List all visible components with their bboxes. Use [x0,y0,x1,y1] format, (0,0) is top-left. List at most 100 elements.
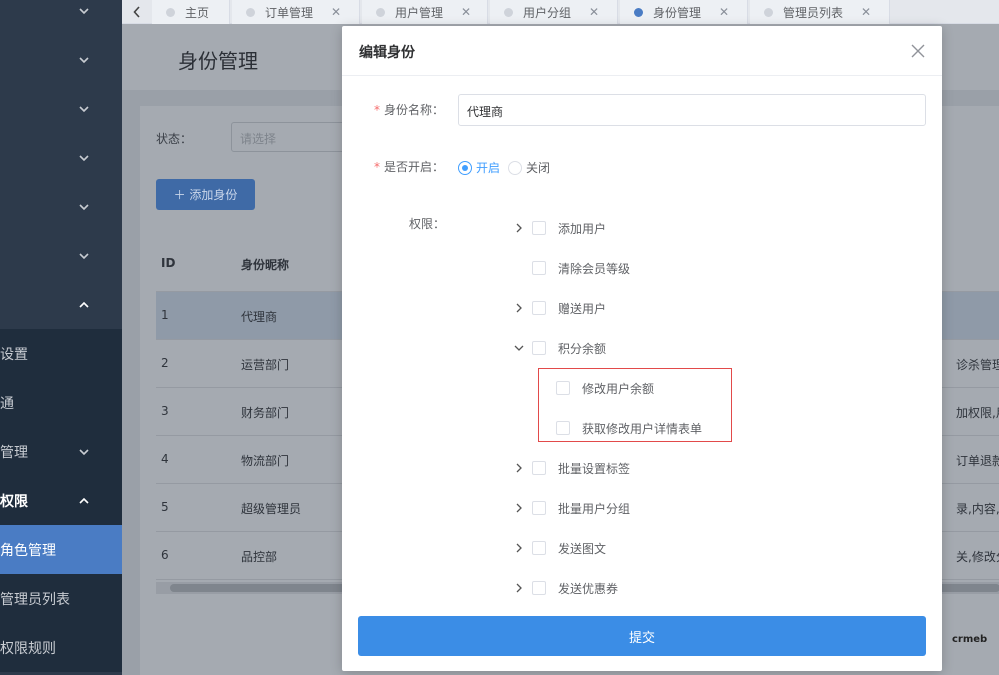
permission-node[interactable]: 清除会员等级 [514,258,774,278]
radio-circle [508,160,522,175]
radio-circle [458,160,472,175]
cell-name: 超级管理员 [241,502,302,516]
sidebar-item[interactable] [0,280,122,329]
permission-label: 批量用户分组 [558,502,631,516]
tab-2[interactable]: 用户管理 ✕ [362,0,488,24]
tab-status-dot [246,7,255,17]
tab-4[interactable]: 身份管理 ✕ [620,0,748,24]
submit-button[interactable]: 提交 [358,616,926,656]
chevron-down-icon [79,105,89,112]
permission-label: 添加用户 [558,222,607,236]
sidebar-item[interactable]: 管理员列表 [0,574,122,623]
checkbox[interactable] [532,221,546,235]
close-icon[interactable] [909,42,927,60]
checkbox[interactable] [532,581,546,595]
sidebar-item-label: 角色管理 [0,542,56,559]
cell-id: 6 [161,548,169,562]
chevron-down-icon [79,448,89,455]
close-icon[interactable]: ✕ [861,5,871,19]
tab-label: 用户管理 [395,5,444,20]
sidebar-item[interactable]: 通 [0,378,122,427]
permission-label: 赠送用户 [558,302,607,316]
sidebar-item-label: 管理 [0,444,28,461]
permission-node[interactable]: 赠送用户 [514,298,774,318]
cell-name: 运营部门 [241,358,290,372]
column-header-id: ID [161,256,176,270]
cell-permissions: 订单退款表 [956,454,999,468]
caret-right-icon[interactable] [514,543,524,553]
radio-label: 关闭 [526,161,551,175]
tab-0[interactable]: 主页 [152,0,230,24]
permission-label: 发送优惠券 [558,582,619,596]
role-name-label: * 身份名称： [374,103,445,117]
brand-logo: crmeb [952,634,988,645]
checkbox[interactable] [532,541,546,555]
permission-node[interactable]: 批量用户分组 [514,498,774,518]
close-icon[interactable]: ✕ [461,5,471,19]
permission-node[interactable]: 发送图文 [514,538,774,558]
radio-label: 开启 [476,161,501,175]
sidebar-item[interactable]: 权限规则 [0,623,122,672]
checkbox[interactable] [532,461,546,475]
caret-down-icon[interactable] [514,343,524,353]
sidebar-item[interactable] [0,182,122,231]
caret-right-icon[interactable] [514,583,524,593]
permission-node[interactable]: 积分余额 [514,338,774,358]
chevron-left-icon [133,6,140,18]
sidebar-item-label: 管理员列表 [0,591,70,608]
sidebar-item[interactable] [0,0,122,35]
cell-id: 3 [161,404,169,418]
checkbox[interactable] [532,501,546,515]
tab-scroll-left-button[interactable] [127,0,147,24]
cell-id: 2 [161,356,169,370]
cell-name: 物流部门 [241,454,290,468]
sidebar-item[interactable]: 权限 [0,476,122,525]
cell-name: 品控部 [241,550,278,564]
tab-1[interactable]: 订单管理 ✕ [232,0,360,24]
tab-label: 管理员列表 [783,5,844,20]
cell-id: 1 [161,308,169,322]
dialog-title: 编辑身份 [359,45,415,61]
status-select[interactable]: 请选择 [231,122,351,152]
tab-status-dot [634,7,643,17]
sidebar-item[interactable] [0,133,122,182]
close-icon[interactable]: ✕ [719,5,729,19]
cell-name: 财务部门 [241,406,290,420]
sidebar-item-label: 通 [0,395,14,412]
radio-enabled-on[interactable]: 开启 [458,159,500,176]
tab-5[interactable]: 管理员列表 ✕ [750,0,890,24]
sidebar-item[interactable] [0,35,122,84]
caret-right-icon[interactable] [514,503,524,513]
tab-3[interactable]: 用户分组 ✕ [490,0,618,24]
tab-status-dot [764,7,773,17]
caret-right-icon[interactable] [514,223,524,233]
permission-node[interactable]: 批量设置标签 [514,458,774,478]
permission-label: 批量设置标签 [558,462,631,476]
tab-label: 订单管理 [265,5,314,20]
caret-right-icon[interactable] [514,303,524,313]
checkbox[interactable] [532,341,546,355]
tab-status-dot [166,7,175,17]
add-role-button[interactable]: ＋ 添加身份 [156,179,255,210]
cell-name: 代理商 [241,310,278,324]
tab-label: 身份管理 [653,5,702,20]
cell-id: 5 [161,500,169,514]
checkbox[interactable] [532,301,546,315]
sidebar-item[interactable]: 角色管理 [0,525,122,574]
tab-status-dot [376,7,385,17]
sidebar-item[interactable] [0,231,122,280]
permission-node[interactable]: 发送优惠券 [514,578,774,596]
sidebar-item[interactable]: 设置 [0,329,122,378]
sidebar-item[interactable]: 管理 [0,427,122,476]
permission-label: 积分余额 [558,342,607,356]
highlight-box [538,368,732,442]
close-icon[interactable]: ✕ [331,5,341,19]
role-name-input[interactable]: 代理商 [458,94,926,126]
permission-node[interactable]: 添加用户 [514,218,774,238]
checkbox[interactable] [532,261,546,275]
sidebar-item[interactable] [0,84,122,133]
chevron-down-icon [79,56,89,63]
caret-right-icon[interactable] [514,463,524,473]
radio-enabled-off[interactable]: 关闭 [508,159,550,176]
close-icon[interactable]: ✕ [589,5,599,19]
